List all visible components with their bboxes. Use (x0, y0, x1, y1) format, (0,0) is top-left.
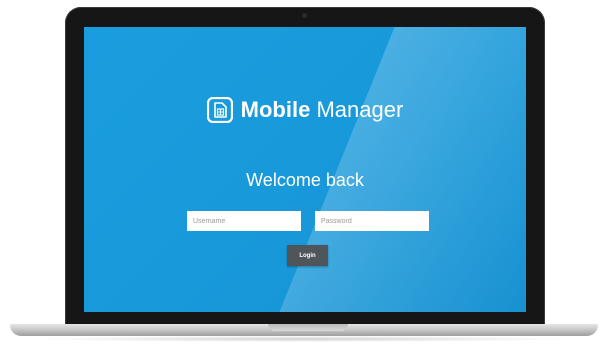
password-input[interactable] (315, 211, 429, 231)
laptop-shadow (30, 336, 578, 342)
laptop-base (10, 324, 598, 336)
app-title-light: Manager (316, 97, 404, 122)
login-screen: Mobile Manager Welcome back Login (84, 27, 526, 312)
app-brand: Mobile Manager (84, 97, 526, 123)
app-title: Mobile Manager (241, 97, 404, 123)
login-button[interactable]: Login (287, 245, 328, 266)
username-input[interactable] (187, 211, 301, 231)
sim-card-icon (206, 97, 233, 123)
laptop-lid: Mobile Manager Welcome back Login (65, 7, 545, 325)
webcam-icon (302, 13, 307, 18)
lid-opening-notch (268, 324, 348, 331)
app-title-bold: Mobile (240, 97, 311, 122)
welcome-heading: Welcome back (246, 170, 364, 190)
